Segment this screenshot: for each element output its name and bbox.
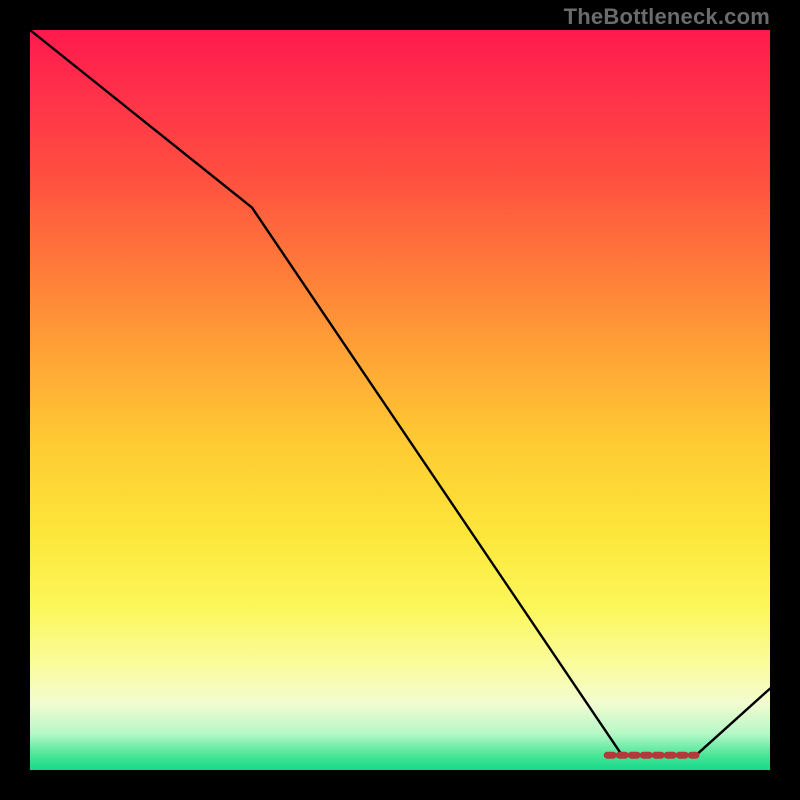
chart-plot-area <box>30 30 770 770</box>
chart-overlay <box>30 30 770 770</box>
watermark-label: TheBottleneck.com <box>564 4 770 30</box>
bottleneck-curve-line <box>30 30 770 755</box>
chart-frame: TheBottleneck.com <box>0 0 800 800</box>
